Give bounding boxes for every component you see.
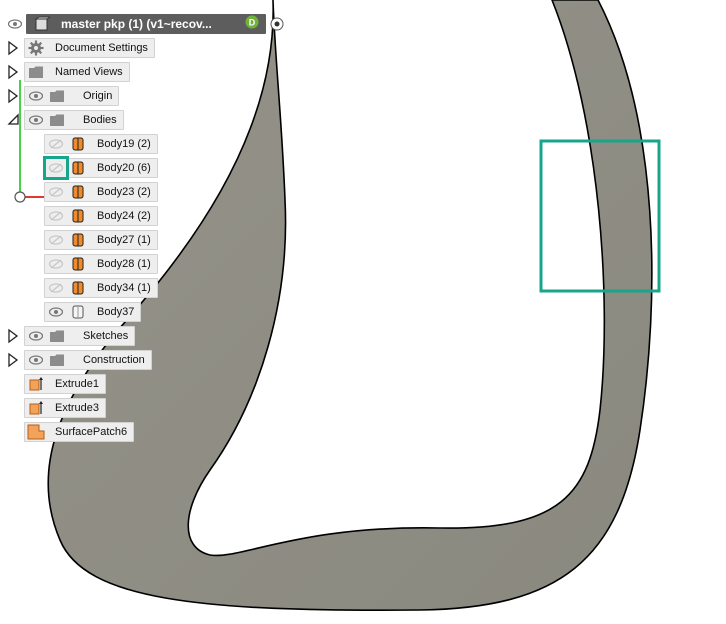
- hidden-eye-icon[interactable]: [45, 254, 67, 274]
- visibility-eye-icon[interactable]: [25, 86, 47, 106]
- tree-item-bodies[interactable]: Bodies: [24, 109, 124, 131]
- svg-text:D: D: [249, 17, 256, 27]
- design-badge-icon: D: [245, 15, 259, 34]
- activate-radio-icon[interactable]: [266, 14, 288, 34]
- tree-item-surfacepatch6[interactable]: SurfacePatch6: [24, 421, 135, 443]
- body-icon: [67, 158, 89, 178]
- hidden-eye-icon[interactable]: [45, 134, 67, 154]
- tree-item-body28[interactable]: Body28 (1): [44, 253, 158, 275]
- visibility-eye-icon[interactable]: [25, 326, 47, 346]
- tree-item-extrude3[interactable]: Extrude3: [24, 397, 107, 419]
- surface-body-icon: [67, 302, 89, 322]
- tree-item-body23[interactable]: Body23 (2): [44, 181, 158, 203]
- extrude-icon: [25, 374, 47, 394]
- tree-item-construction[interactable]: Construction: [24, 349, 152, 371]
- tree-item-sketches[interactable]: Sketches: [24, 325, 136, 347]
- expand-triangle-icon[interactable]: [7, 40, 19, 56]
- surface-patch-icon: [25, 422, 47, 442]
- tree-item-origin[interactable]: Origin: [24, 85, 120, 107]
- folder-icon: [47, 86, 67, 106]
- tree-item-body20[interactable]: Body20 (6): [43, 156, 158, 180]
- body-icon: [67, 230, 89, 250]
- body-icon: [67, 206, 89, 226]
- visibility-eye-icon[interactable]: [4, 14, 26, 34]
- extrude-icon: [25, 398, 47, 418]
- body-icon: [67, 182, 89, 202]
- expand-triangle-icon[interactable]: [7, 328, 19, 344]
- folder-icon: [25, 62, 47, 82]
- tree-item-body34[interactable]: Body34 (1): [44, 277, 158, 299]
- hidden-eye-icon[interactable]: [43, 156, 69, 180]
- tree-item-named-views[interactable]: Named Views: [24, 61, 130, 83]
- root-component-title: master pkp (1) (v1~recov...: [61, 17, 212, 31]
- component-icon: [31, 14, 53, 34]
- expand-triangle-icon[interactable]: [7, 88, 19, 104]
- folder-icon: [47, 110, 67, 130]
- body-icon: [67, 278, 89, 298]
- expand-triangle-icon[interactable]: [7, 64, 19, 80]
- expand-triangle-icon[interactable]: [7, 352, 19, 368]
- collapse-triangle-icon[interactable]: [7, 112, 19, 128]
- visibility-eye-icon[interactable]: [25, 350, 47, 370]
- folder-icon: [47, 350, 67, 370]
- root-component-row[interactable]: master pkp (1) (v1~recov... D: [4, 13, 288, 35]
- tree-item-body24[interactable]: Body24 (2): [44, 205, 158, 227]
- tree-item-body27[interactable]: Body27 (1): [44, 229, 158, 251]
- tree-item-body37[interactable]: Body37: [44, 301, 142, 323]
- body-icon: [67, 254, 89, 274]
- body-icon: [67, 134, 89, 154]
- tree-item-extrude1[interactable]: Extrude1: [24, 373, 107, 395]
- hidden-eye-icon[interactable]: [45, 206, 67, 226]
- hidden-eye-icon[interactable]: [45, 182, 67, 202]
- hidden-eye-icon[interactable]: [45, 230, 67, 250]
- visibility-eye-icon[interactable]: [25, 110, 47, 130]
- origin-point[interactable]: [14, 191, 26, 203]
- tree-item-body19[interactable]: Body19 (2): [44, 133, 158, 155]
- visibility-eye-icon[interactable]: [45, 302, 67, 322]
- gear-icon: [25, 38, 47, 58]
- tree-item-document-settings[interactable]: Document Settings: [24, 37, 155, 59]
- folder-icon: [47, 326, 67, 346]
- hidden-eye-icon[interactable]: [45, 278, 67, 298]
